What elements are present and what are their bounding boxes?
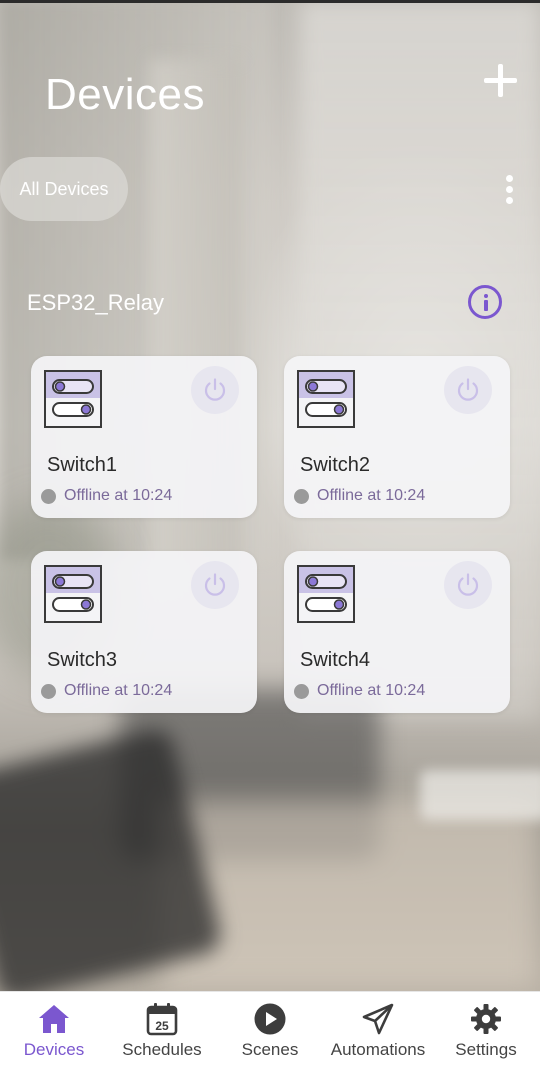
- offline-dot: [41, 683, 56, 699]
- power-button[interactable]: [191, 366, 239, 414]
- device-card-switch1[interactable]: Switch1 Offline at 10:24: [31, 356, 257, 518]
- nav-settings[interactable]: Settings: [442, 992, 530, 1065]
- power-icon: [457, 573, 479, 596]
- nav-label: Scenes: [241, 1040, 299, 1059]
- all-devices-filter[interactable]: All Devices: [0, 157, 128, 221]
- calendar-day: 25: [155, 1019, 169, 1033]
- play-icon: [254, 1003, 286, 1035]
- offline-dot: [41, 488, 56, 504]
- nav-devices[interactable]: Devices: [8, 992, 100, 1065]
- nav-label: Automations: [330, 1040, 426, 1059]
- device-status: Offline at 10:24: [294, 682, 425, 700]
- gear-icon: [471, 1004, 501, 1034]
- switch-icon: [297, 370, 355, 428]
- power-button[interactable]: [444, 561, 492, 609]
- device-card-switch3[interactable]: Switch3 Offline at 10:24: [31, 551, 257, 713]
- switch-icon: [297, 565, 355, 623]
- offline-dot: [294, 683, 309, 699]
- bottom-nav: Devices 25 Schedules Scenes Automations: [0, 991, 540, 1065]
- send-icon: [362, 1003, 394, 1035]
- more-vertical-icon[interactable]: [498, 172, 522, 208]
- device-status: Offline at 10:24: [41, 487, 172, 505]
- info-icon[interactable]: [468, 285, 502, 319]
- device-name: Switch2: [300, 454, 371, 476]
- nav-label: Schedules: [122, 1040, 202, 1059]
- power-icon: [457, 378, 479, 401]
- device-name: Switch4: [300, 649, 371, 671]
- status-text: Offline at 10:24: [317, 682, 426, 699]
- status-text: Offline at 10:24: [317, 487, 426, 504]
- power-button[interactable]: [444, 366, 492, 414]
- device-name: Switch1: [47, 454, 118, 476]
- nav-automations[interactable]: Automations: [322, 992, 434, 1065]
- device-card-switch2[interactable]: Switch2 Offline at 10:24: [284, 356, 510, 518]
- power-icon: [204, 573, 226, 596]
- device-status: Offline at 10:24: [294, 487, 425, 505]
- calendar-icon: 25: [146, 1003, 178, 1036]
- switch-icon: [44, 370, 102, 428]
- node-name: ESP32_Relay: [27, 290, 164, 315]
- nav-scenes[interactable]: Scenes: [226, 992, 314, 1065]
- power-button[interactable]: [191, 561, 239, 609]
- page-title: Devices: [45, 70, 205, 119]
- power-icon: [204, 378, 226, 401]
- home-icon: [39, 1005, 69, 1033]
- nav-label: Settings: [455, 1040, 517, 1059]
- offline-dot: [294, 488, 309, 504]
- plus-icon[interactable]: [480, 60, 522, 102]
- status-text: Offline at 10:24: [64, 487, 173, 504]
- device-card-switch4[interactable]: Switch4 Offline at 10:24: [284, 551, 510, 713]
- device-status: Offline at 10:24: [41, 682, 172, 700]
- device-name: Switch3: [47, 649, 118, 671]
- nav-label: Devices: [23, 1040, 85, 1059]
- nav-schedules[interactable]: 25 Schedules: [108, 992, 216, 1065]
- switch-icon: [44, 565, 102, 623]
- status-bar: [0, 0, 540, 3]
- status-text: Offline at 10:24: [64, 682, 173, 699]
